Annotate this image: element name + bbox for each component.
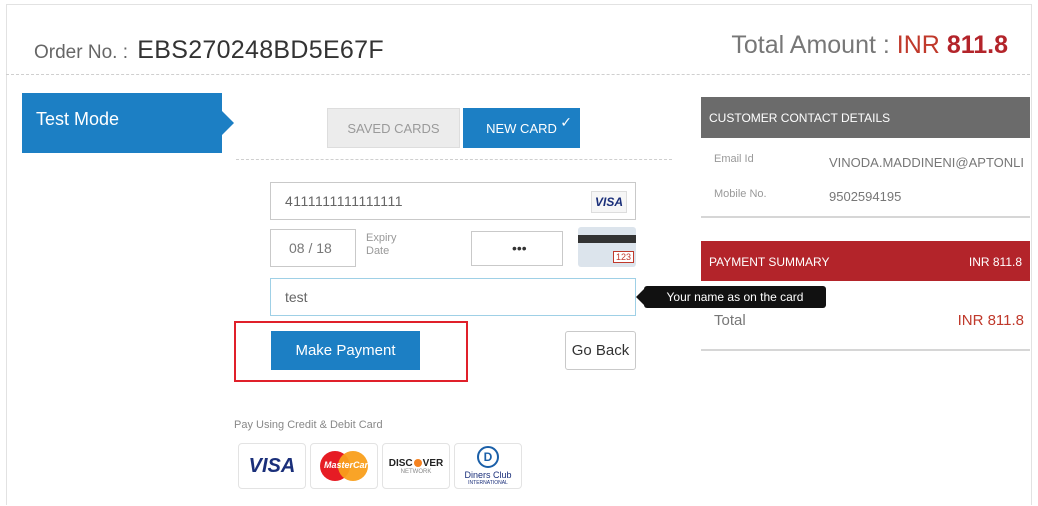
total-currency: INR (896, 31, 940, 59)
mastercard-logo-icon: MasterCard (310, 443, 378, 489)
expiry-label: Expiry Date (366, 232, 397, 258)
summary-total-value: INR 811.8 (957, 312, 1024, 329)
total-amount: Total Amount : INR 811.8 (731, 31, 1008, 60)
go-back-button[interactable]: Go Back (565, 331, 636, 370)
discover-wordmark: DISC VER NETWORK (389, 458, 443, 475)
order-header: Order No. : EBS270248BD5E67F Total Amoun… (6, 4, 1030, 75)
summary-total-label: Total (714, 312, 746, 329)
expiry-label-line1: Expiry (366, 232, 397, 244)
summary-divider (701, 349, 1030, 351)
expiry-value: 08 / 18 (289, 240, 332, 256)
diners-subtext: INTERNATIONAL (468, 480, 508, 486)
order-label: Order No. : (34, 42, 128, 63)
mobile-label: Mobile No. (714, 188, 767, 200)
diners-text: Diners Club (464, 470, 512, 480)
payment-summary-amount: INR 811.8 (968, 255, 1022, 269)
total-value: 811.8 (946, 31, 1008, 59)
cvv-value: ••• (512, 240, 527, 256)
discover-text-pre: DISC (388, 457, 413, 469)
email-label: Email Id (714, 153, 754, 165)
diners-club-logo-icon: D Diners Club INTERNATIONAL (454, 443, 522, 489)
mobile-value: 9502594195 (829, 189, 902, 204)
order-id: EBS270248BD5E67F (137, 36, 384, 64)
contact-divider (701, 216, 1030, 218)
customer-contact-title: CUSTOMER CONTACT DETAILS (709, 111, 891, 125)
cvv-sample-number: 123 (612, 251, 634, 263)
cardholder-name-input[interactable]: test (270, 278, 636, 316)
customer-contact-header: CUSTOMER CONTACT DETAILS (701, 97, 1030, 138)
expiry-input[interactable]: 08 / 18 (270, 229, 356, 267)
email-value: VINODA.MADDINENI@APTONLINE (829, 155, 1025, 170)
tabs-divider (236, 159, 672, 160)
payment-methods-caption: Pay Using Credit & Debit Card (234, 419, 383, 431)
visa-logo-icon: VISA (238, 443, 306, 489)
tab-new-card[interactable]: NEW CARD ✓ (463, 108, 580, 148)
test-mode-tab: Test Mode (22, 93, 234, 153)
diners-circle: D (477, 446, 499, 468)
cardholder-name-value: test (285, 289, 308, 305)
total-label: Total Amount : (731, 31, 890, 59)
visa-icon: VISA (591, 191, 627, 213)
card-number-value: 4111111111111111 (285, 193, 404, 209)
mastercard-text: MasterCard (324, 460, 374, 470)
visa-logo-text: VISA (248, 454, 296, 477)
test-mode-label: Test Mode (36, 109, 120, 129)
payment-summary-header: PAYMENT SUMMARY INR 811.8 (701, 241, 1030, 281)
magnetic-stripe (578, 235, 636, 243)
discover-text-post: VER (422, 457, 444, 469)
card-number-input[interactable]: 4111111111111111 VISA (270, 182, 636, 220)
make-payment-button[interactable]: Make Payment (271, 331, 420, 370)
discover-logo-icon: DISC VER NETWORK (382, 443, 450, 489)
expiry-label-line2: Date (366, 245, 390, 257)
name-tooltip: Your name as on the card (636, 286, 826, 308)
discover-subtext: NETWORK (400, 468, 432, 475)
cvv-card-icon: 123 (578, 227, 636, 267)
checkmark-icon: ✓ (560, 114, 572, 130)
tab-saved-cards-label: SAVED CARDS (347, 120, 440, 136)
discover-o-icon (413, 458, 422, 467)
cvv-input[interactable]: ••• (471, 231, 563, 266)
order-number: Order No. : EBS270248BD5E67F (34, 36, 384, 65)
mastercard-circles: MasterCard (320, 451, 374, 481)
tab-new-card-label: NEW CARD (486, 120, 557, 136)
payment-summary-title: PAYMENT SUMMARY (709, 255, 830, 269)
tab-saved-cards[interactable]: SAVED CARDS (327, 108, 460, 148)
